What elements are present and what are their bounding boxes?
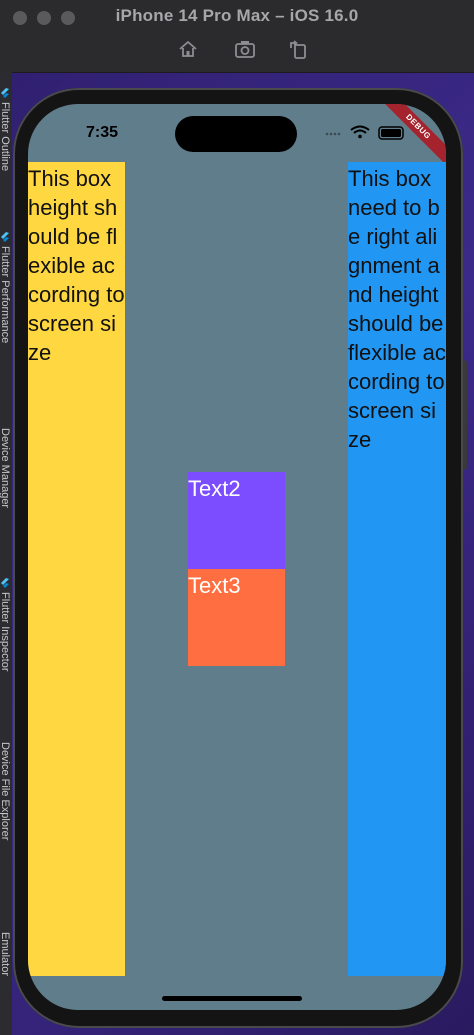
text3-box: Text3 (188, 569, 285, 666)
cellular-signal-icon (325, 132, 341, 136)
home-indicator[interactable] (162, 996, 302, 1001)
text2-box: Text2 (188, 472, 285, 569)
tool-device-file-explorer[interactable]: Device File Explorer (0, 742, 11, 840)
tool-emulator[interactable]: Emulator (0, 932, 11, 976)
flutter-icon (1, 578, 9, 588)
status-icons (325, 125, 404, 140)
left-box-text: This box height should be flexible accor… (28, 166, 125, 365)
dynamic-island (175, 116, 297, 152)
window-title: iPhone 14 Pro Max – iOS 16.0 (115, 6, 359, 25)
battery-icon (378, 126, 404, 140)
side-button (463, 360, 467, 470)
text2-label: Text2 (188, 476, 241, 501)
left-flexible-box: This box height should be flexible accor… (28, 162, 125, 976)
wifi-icon (350, 125, 370, 139)
text3-label: Text3 (188, 573, 241, 598)
screenshot-icon[interactable] (234, 38, 256, 60)
phone-screen: 7:35 DEBUG This box height should be fle… (28, 104, 446, 1010)
tool-flutter-performance[interactable]: Flutter Performance (0, 246, 11, 343)
ide-tool-strip: Flutter Outline Flutter Performance Devi… (0, 72, 12, 1035)
title-bar: iPhone 14 Pro Max – iOS 16.0 (0, 0, 474, 73)
home-icon[interactable] (177, 38, 199, 60)
right-box-text: This box need to be right alignment and … (348, 166, 446, 452)
tool-device-manager[interactable]: Device Manager (0, 428, 11, 508)
tool-flutter-inspector[interactable]: Flutter Inspector (0, 592, 11, 671)
right-flexible-box: This box need to be right alignment and … (348, 162, 446, 976)
flutter-icon (1, 232, 9, 242)
rotate-icon[interactable] (287, 38, 309, 60)
simulator-window: iPhone 14 Pro Max – iOS 16.0 Flutter Out… (0, 0, 474, 1035)
tool-flutter-outline[interactable]: Flutter Outline (0, 102, 11, 171)
status-time: 7:35 (86, 124, 119, 141)
flutter-icon (1, 88, 9, 98)
